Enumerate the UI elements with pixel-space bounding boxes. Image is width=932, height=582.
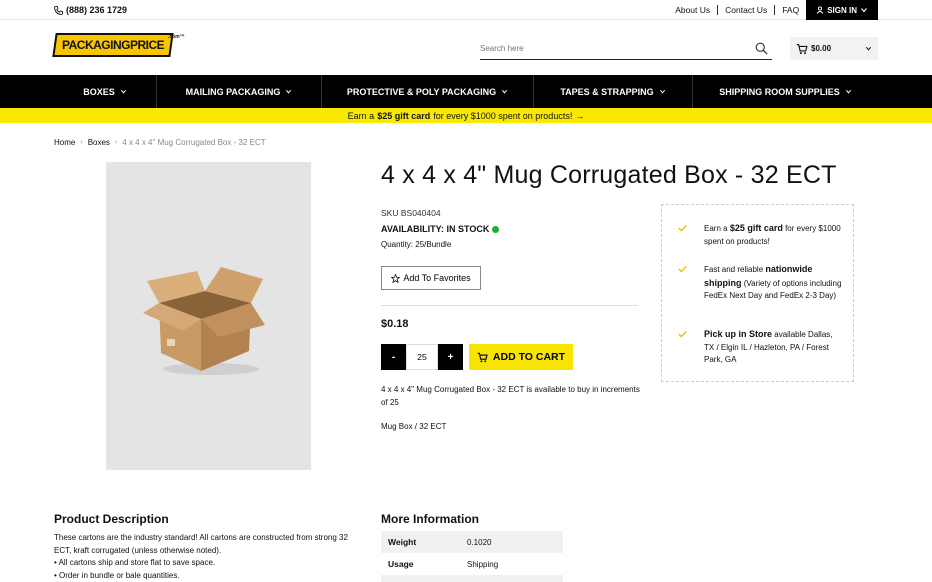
quantity-stepper: - + ADD TO CART <box>381 344 573 370</box>
mini-cart[interactable]: $0.00 <box>790 37 878 60</box>
phone-number[interactable]: (888) 236 1729 <box>54 5 127 15</box>
user-icon <box>816 6 824 14</box>
chevron-down-icon <box>502 89 508 94</box>
availability-status: AVAILABILITY: IN STOCK <box>381 224 500 234</box>
checkmark-icon <box>678 224 687 232</box>
more-information-table: Weight 0.1020 Usage Shipping <box>381 531 563 582</box>
row-label: Weight <box>388 537 417 547</box>
main-nav: BOXES MAILING PACKAGING PROTECTIVE & POL… <box>0 75 932 108</box>
product-description-title: Product Description <box>54 512 169 526</box>
nav-label: PROTECTIVE & POLY PACKAGING <box>346 86 497 97</box>
breadcrumb-home[interactable]: Home <box>54 138 75 147</box>
benefit-bold: Pick up in Store <box>704 329 773 339</box>
description-line: • Order in bundle or bale quantities. <box>54 570 180 580</box>
quantity-input[interactable] <box>406 344 438 370</box>
add-to-cart-label: ADD TO CART <box>492 351 566 363</box>
nav-label: BOXES <box>83 86 115 97</box>
arrow-right-icon: → <box>575 110 585 121</box>
star-icon <box>391 273 401 283</box>
sku-label: SKU <box>381 208 399 218</box>
nav-label: MAILING PACKAGING <box>185 86 281 97</box>
faq-link[interactable]: FAQ <box>775 5 806 15</box>
breadcrumb-current: 4 x 4 x 4" Mug Corrugated Box - 32 ECT <box>122 138 266 147</box>
sign-in-label: SIGN IN <box>827 5 857 15</box>
checkmark-icon <box>678 265 687 273</box>
promo-text-post: for every $1000 spent on products! <box>433 110 573 121</box>
benefit-text: Earn a <box>704 224 728 233</box>
chevron-down-icon <box>865 46 872 51</box>
contact-us-link[interactable]: Contact Us <box>718 5 776 15</box>
benefits-box: Earn a $25 gift card for every $1000 spe… <box>661 204 854 382</box>
product-tags: Mug Box / 32 ECT <box>381 422 447 431</box>
product-title: 4 x 4 x 4" Mug Corrugated Box - 32 ECT <box>381 161 837 189</box>
phone-text: (888) 236 1729 <box>66 5 128 15</box>
cart-icon <box>477 352 488 362</box>
nav-item-tapes-strapping[interactable]: TAPES & STRAPPING <box>533 75 692 108</box>
benefit-text: Fast and reliable <box>704 265 764 274</box>
table-row: Usage Shipping <box>381 553 563 575</box>
product-price: $0.18 <box>381 318 409 330</box>
cart-icon <box>796 43 808 54</box>
table-row: Weight 0.1020 <box>381 531 563 553</box>
add-to-favorites-button[interactable]: Add To Favorites <box>381 266 481 290</box>
cart-total: $0.00 <box>811 44 832 53</box>
quantity-note: Quantity: 25/Bundle <box>381 240 452 249</box>
benefit-gift-card: Earn a $25 gift card for every $1000 spe… <box>678 222 844 248</box>
nav-label: SHIPPING ROOM SUPPLIES <box>719 86 840 97</box>
in-stock-dot-icon <box>492 225 500 233</box>
site-logo[interactable]: PACKAGINGPRICE <box>52 33 174 57</box>
table-row <box>381 575 563 582</box>
description-line: • All cartons ship and store flat to sav… <box>54 558 216 567</box>
breadcrumb: Home › Boxes › 4 x 4 x 4" Mug Corrugated… <box>54 138 266 147</box>
favorites-label: Add To Favorites <box>403 273 471 283</box>
nav-item-boxes[interactable]: BOXES <box>54 75 156 108</box>
chevron-down-icon <box>861 8 867 13</box>
nav-label: TAPES & STRAPPING <box>560 86 654 97</box>
more-information-title: More Information <box>381 512 479 526</box>
promo-banner[interactable]: Earn a $25 gift card for every $1000 spe… <box>0 108 932 123</box>
divider <box>381 305 638 306</box>
availability-text: AVAILABILITY: IN STOCK <box>381 224 490 234</box>
sign-in-button[interactable]: SIGN IN <box>806 0 878 20</box>
increase-quantity-button[interactable]: + <box>438 344 463 370</box>
nav-item-mailing-packaging[interactable]: MAILING PACKAGING <box>156 75 321 108</box>
nav-item-protective-poly[interactable]: PROTECTIVE & POLY PACKAGING <box>321 75 533 108</box>
site-header: PACKAGINGPRICE .com™ $0.00 <box>0 20 932 75</box>
row-label: Usage <box>388 559 414 569</box>
product-description: These cartons are the industry standard!… <box>54 532 364 582</box>
search-input[interactable] <box>480 38 740 59</box>
chevron-down-icon <box>286 89 292 94</box>
promo-text-pre: Earn a <box>347 110 375 121</box>
chevron-down-icon <box>659 89 665 94</box>
chevron-down-icon <box>120 89 126 94</box>
row-value: Shipping <box>467 559 499 569</box>
nav-item-shipping-room[interactable]: SHIPPING ROOM SUPPLIES <box>692 75 878 108</box>
row-value: 0.1020 <box>467 537 492 547</box>
decrease-quantity-button[interactable]: - <box>381 344 406 370</box>
increment-note: 4 x 4 x 4" Mug Corrugated Box - 32 ECT i… <box>381 385 640 407</box>
sku-value: BS040404 <box>400 208 441 218</box>
description-line: These cartons are the industry standard!… <box>54 533 348 555</box>
promo-highlight: $25 gift card <box>377 110 431 121</box>
checkmark-icon <box>678 330 687 338</box>
benefit-bold: $25 gift card <box>729 223 783 233</box>
search-icon[interactable] <box>755 42 768 55</box>
phone-icon <box>54 5 63 15</box>
chevron-right-icon: › <box>80 139 83 146</box>
add-to-cart-button[interactable]: ADD TO CART <box>469 344 573 370</box>
logo-tm: .com™ <box>168 34 185 40</box>
benefit-pickup: Pick up in Store available Dallas, TX / … <box>678 328 844 367</box>
benefit-shipping: Fast and reliable nationwide shipping (V… <box>678 263 844 303</box>
chevron-down-icon <box>845 89 851 94</box>
search-bar <box>480 38 772 60</box>
top-utility-bar: (888) 236 1729 About Us Contact Us FAQ S… <box>0 0 932 20</box>
product-sku: SKU BS040404 <box>381 208 441 218</box>
utility-links: About Us Contact Us FAQ SIGN IN <box>668 0 878 20</box>
product-image[interactable] <box>106 162 311 470</box>
breadcrumb-category[interactable]: Boxes <box>88 138 110 147</box>
chevron-right-icon: › <box>114 139 118 146</box>
logo-text: PACKAGINGPRICE <box>61 38 165 52</box>
about-us-link[interactable]: About Us <box>668 5 719 15</box>
box-illustration <box>142 267 265 375</box>
